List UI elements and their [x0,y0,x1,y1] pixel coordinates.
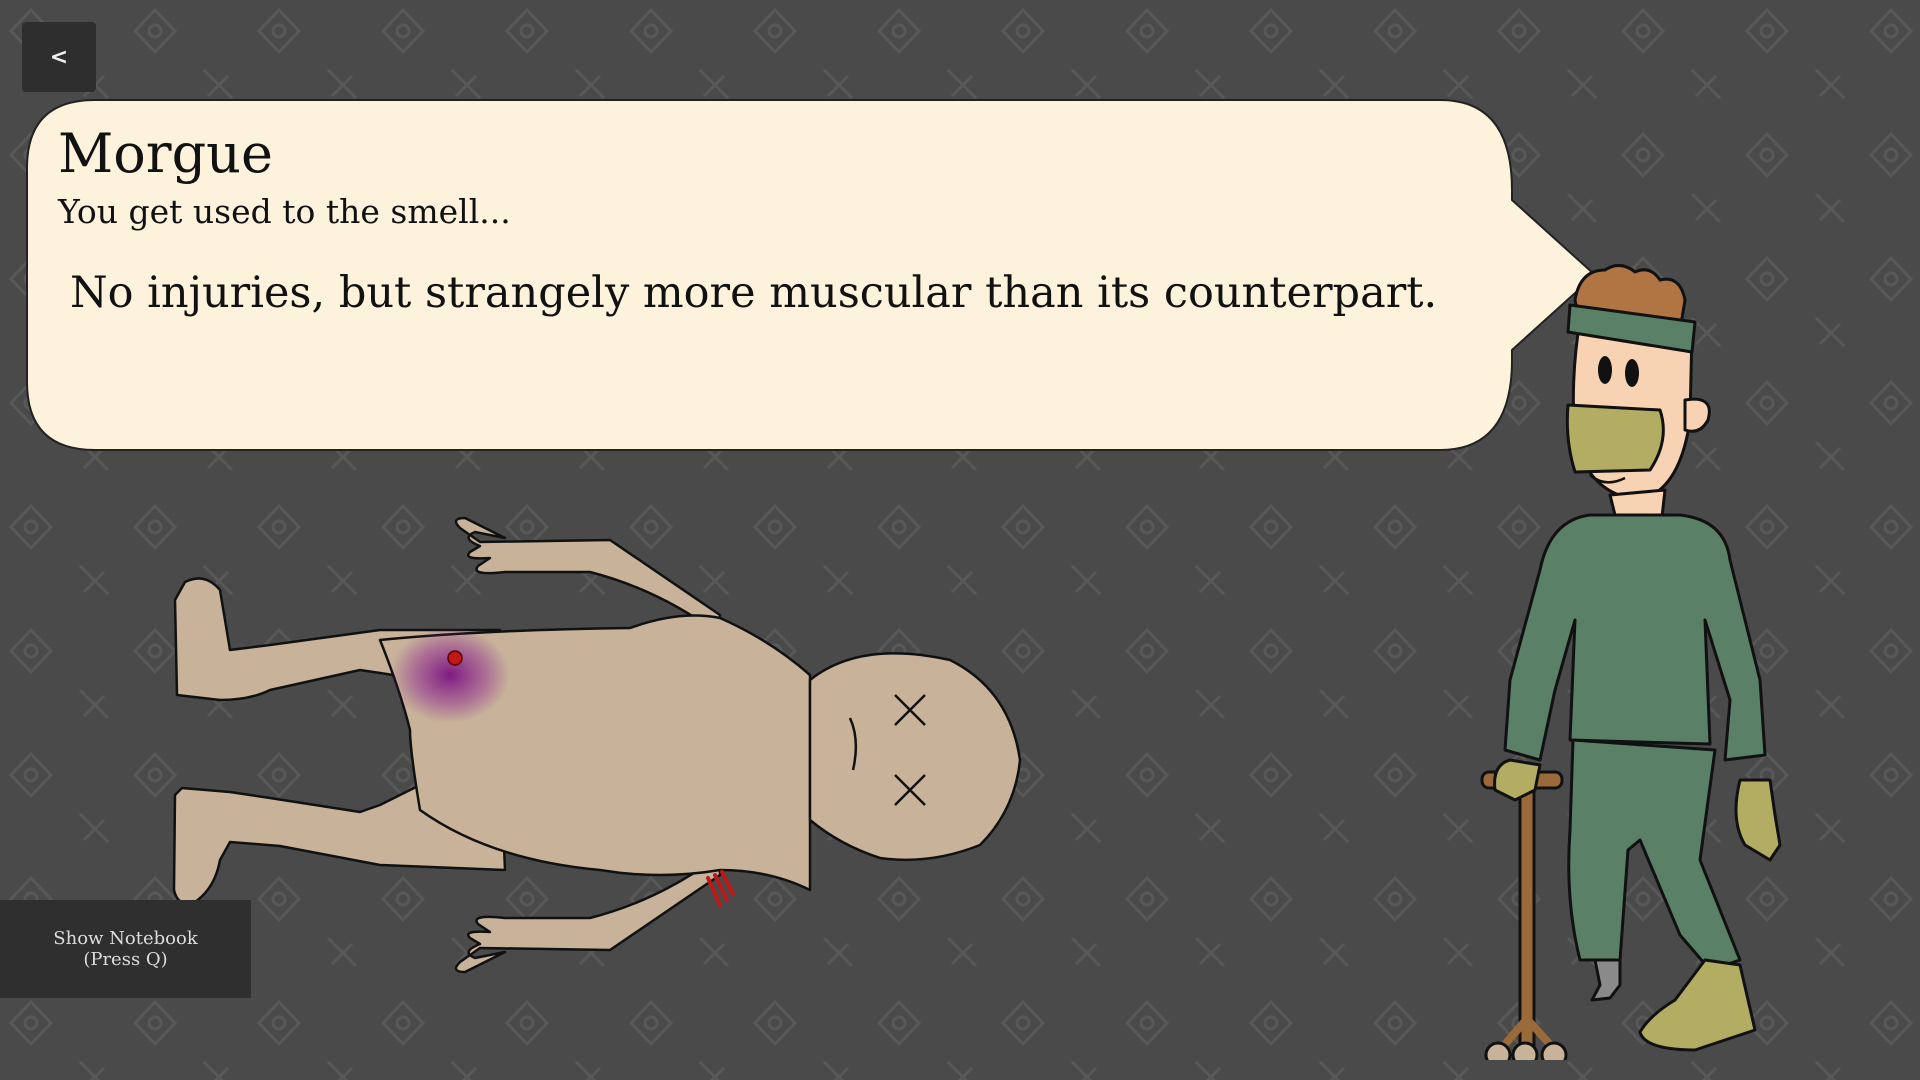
bruise-mark[interactable] [390,627,510,723]
back-arrow-icon: < [49,44,69,70]
show-notebook-button[interactable]: Show Notebook (Press Q) [0,900,251,998]
notebook-button-hint: (Press Q) [83,949,168,970]
back-button[interactable]: < [22,22,96,92]
wound-dot[interactable] [447,650,463,666]
coroner-character [1480,264,1782,1060]
location-title: Morgue [58,122,273,185]
corpse-figure[interactable] [160,490,1190,1010]
notebook-button-label: Show Notebook [53,928,198,949]
location-subtitle: You get used to the smell... [58,192,511,231]
dialog-text: No injuries, but strangely more muscular… [70,268,1438,318]
